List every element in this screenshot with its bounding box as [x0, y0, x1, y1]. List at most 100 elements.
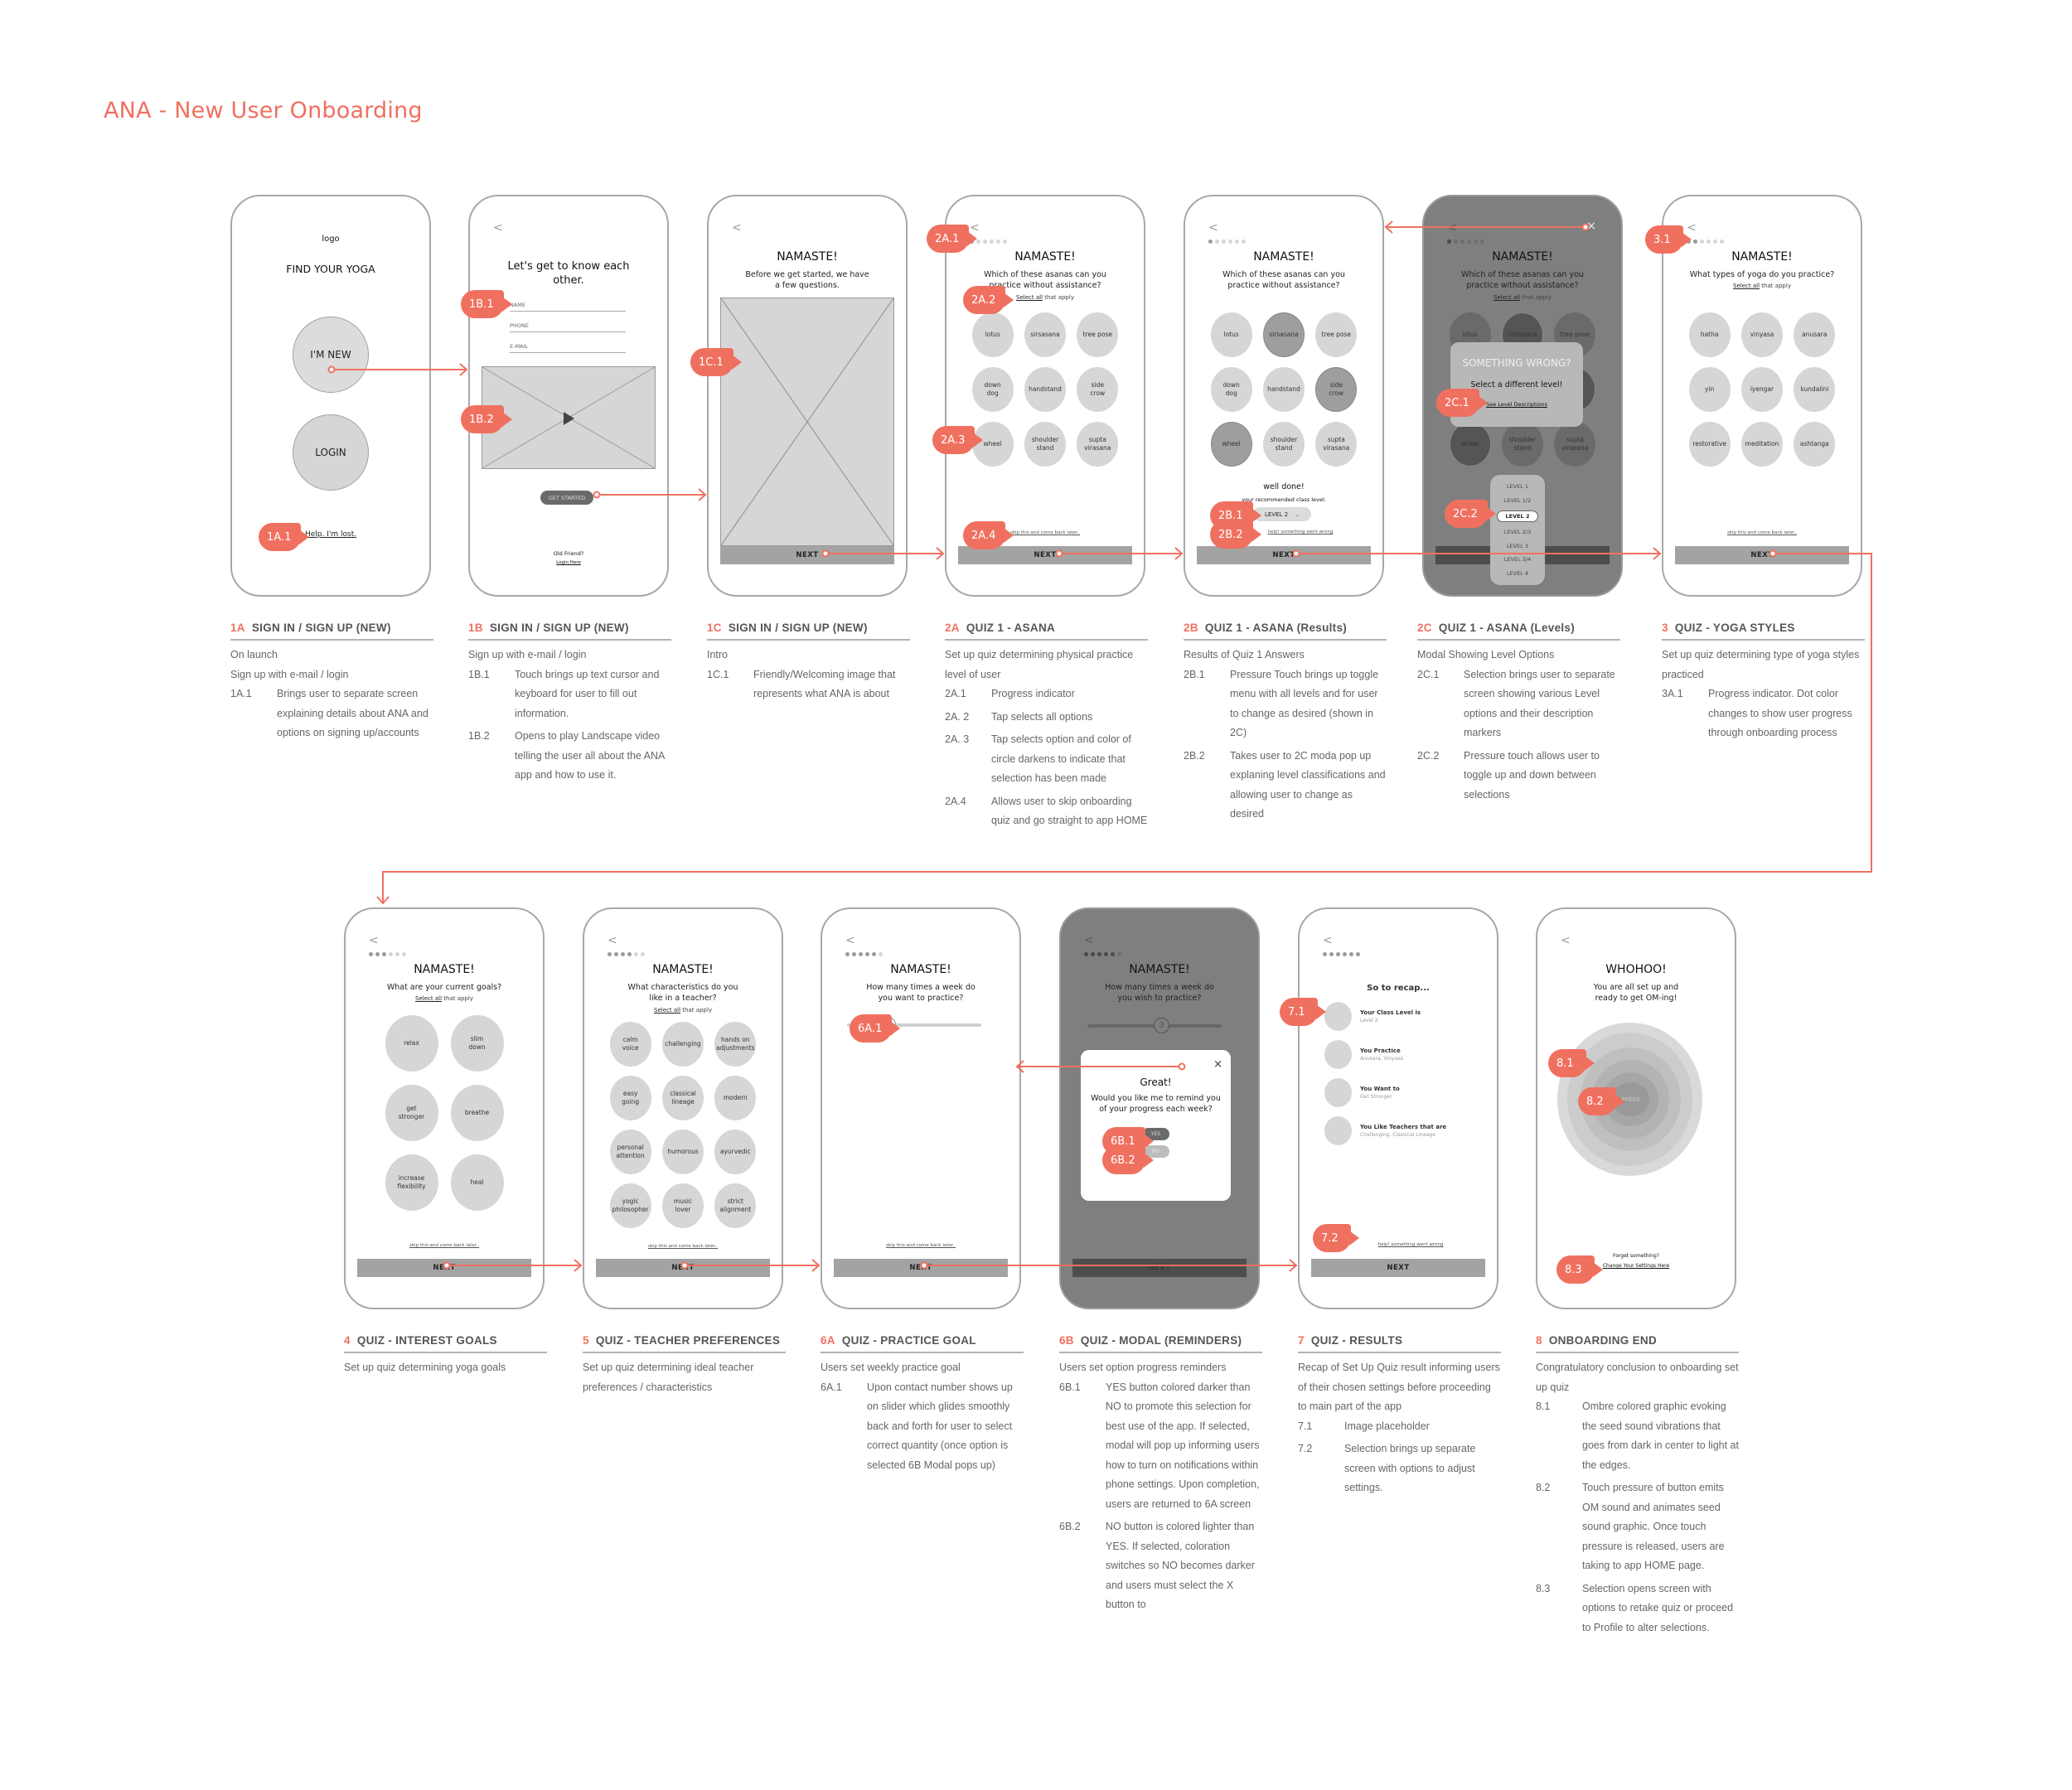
option-hatha[interactable]: hatha: [1688, 312, 1731, 357]
help-link[interactable]: Help. I'm lost.: [305, 530, 356, 539]
option-yin[interactable]: yin: [1688, 367, 1731, 412]
back-icon[interactable]: <: [493, 221, 503, 235]
level-option[interactable]: LEVEL 1: [1507, 483, 1528, 490]
option-anusara[interactable]: anusara: [1794, 312, 1836, 357]
option-supta-virasana[interactable]: supta virasana: [1315, 422, 1358, 467]
option-challenging[interactable]: challenging: [661, 1022, 704, 1067]
email-field[interactable]: E-MAIL: [510, 343, 626, 353]
back-icon[interactable]: <: [1447, 221, 1457, 235]
option-handstand[interactable]: handstand: [1024, 367, 1066, 412]
option-music-lover[interactable]: music lover: [661, 1183, 704, 1228]
option-calm-voice[interactable]: calm voice: [609, 1022, 651, 1067]
back-icon[interactable]: <: [608, 934, 617, 947]
option-shoulder-stand[interactable]: shoulder stand: [1262, 422, 1305, 467]
option-wheel[interactable]: wheel: [1210, 422, 1252, 467]
back-icon[interactable]: <: [845, 934, 855, 947]
slider-knob[interactable]: 3: [1154, 1018, 1170, 1033]
option-handstand[interactable]: handstand: [1262, 367, 1305, 412]
close-icon[interactable]: ×: [1586, 220, 1596, 233]
option-slim-down[interactable]: slim down: [450, 1015, 504, 1072]
next-button[interactable]: NEXT: [1675, 546, 1849, 564]
select-all[interactable]: Select all: [1493, 294, 1520, 301]
option-easy-going[interactable]: easy going: [609, 1076, 651, 1120]
option-ayurvedic[interactable]: ayurvedic: [714, 1130, 757, 1174]
level-option[interactable]: LEVEL 2: [1496, 510, 1539, 523]
back-icon[interactable]: <: [1323, 934, 1333, 947]
option-heal[interactable]: heal: [450, 1154, 504, 1211]
option-modern[interactable]: modern: [714, 1076, 757, 1120]
option-meditation[interactable]: meditation: [1740, 422, 1783, 467]
select-all[interactable]: Select all: [415, 995, 442, 1002]
skip-link[interactable]: skip this and come back later..: [1663, 530, 1861, 535]
next-button[interactable]: NEXT: [357, 1259, 531, 1277]
select-all-link[interactable]: Select all that apply: [1663, 283, 1861, 289]
next-button[interactable]: NEXT: [720, 546, 894, 564]
option-side-crow[interactable]: side crow: [1077, 367, 1119, 412]
select-all-link[interactable]: Select all that apply: [1424, 294, 1621, 301]
back-icon[interactable]: <: [1084, 934, 1094, 947]
phone-field[interactable]: PHONE: [510, 322, 626, 332]
option-side-crow[interactable]: side crow: [1315, 367, 1358, 412]
option-supta-virasana[interactable]: supta virasana: [1554, 422, 1596, 467]
option-hands-on-adjustments[interactable]: hands on adjustments: [714, 1022, 757, 1067]
option-down-dog[interactable]: down dog: [971, 367, 1014, 412]
im-new-button[interactable]: I'M NEW: [293, 317, 369, 393]
option-sirsasana[interactable]: sirsasana: [1024, 312, 1066, 357]
level-option[interactable]: LEVEL 3: [1507, 543, 1528, 549]
option-restorative[interactable]: restorative: [1688, 422, 1731, 467]
next-button[interactable]: NEXT: [834, 1259, 1008, 1277]
option-wheel[interactable]: wheel: [1449, 422, 1491, 467]
option-sirsasana[interactable]: sirsasana: [1262, 312, 1305, 357]
option-yogic-philosopher[interactable]: yogic philosopher: [609, 1183, 651, 1228]
skip-link[interactable]: skip this and come back later..: [822, 1243, 1019, 1248]
option-breathe[interactable]: breathe: [450, 1085, 504, 1141]
option-increase-flexibility[interactable]: increase flexibility: [385, 1154, 438, 1211]
option-supta-virasana[interactable]: supta virasana: [1077, 422, 1119, 467]
next-button[interactable]: NEXT: [1072, 1259, 1247, 1277]
option-shoulder-stand[interactable]: shoulder stand: [1501, 422, 1543, 467]
practice-slider[interactable]: 3: [1087, 1018, 1222, 1033]
select-all[interactable]: Select all: [1733, 283, 1760, 289]
option-humorous[interactable]: humorous: [661, 1130, 704, 1174]
get-started-button[interactable]: GET STARTED: [540, 491, 593, 505]
option-iyengar[interactable]: iyengar: [1740, 367, 1783, 412]
option-relax[interactable]: relax: [385, 1015, 438, 1072]
level-option[interactable]: LEVEL 3/4: [1504, 556, 1531, 563]
back-icon[interactable]: <: [1561, 934, 1571, 947]
back-icon[interactable]: <: [732, 221, 742, 235]
skip-link[interactable]: skip this and come back later..: [584, 1244, 782, 1249]
next-button[interactable]: NEXT: [596, 1259, 770, 1277]
back-icon[interactable]: <: [1208, 221, 1218, 235]
option-tree-pose[interactable]: tree pose: [1315, 312, 1358, 357]
option-lotus[interactable]: lotus: [1210, 312, 1252, 357]
login-button[interactable]: LOGIN: [293, 414, 369, 491]
level-option[interactable]: LEVEL 1/2: [1504, 497, 1531, 504]
next-button[interactable]: NEXT: [1311, 1259, 1485, 1277]
level-dropdown[interactable]: LEVEL 2 ⌄: [1253, 507, 1311, 521]
option-shoulder-stand[interactable]: shoulder stand: [1024, 422, 1066, 467]
level-option[interactable]: LEVEL 2/3: [1504, 529, 1531, 535]
option-personal-attention[interactable]: personal attention: [609, 1130, 651, 1174]
skip-link[interactable]: skip this and come back later..: [346, 1243, 543, 1248]
level-option[interactable]: LEVEL 4: [1507, 570, 1528, 577]
option-strict-alignment[interactable]: strict alignment: [714, 1183, 757, 1228]
login-here-link[interactable]: Login Here: [470, 560, 667, 565]
level-picker[interactable]: LEVEL 1 LEVEL 1/2 LEVEL 2 LEVEL 2/3 LEVEL 3 L…: [1490, 475, 1545, 585]
option-tree-pose[interactable]: tree pose: [1077, 312, 1119, 357]
next-button[interactable]: NEXT: [1197, 546, 1371, 564]
back-icon[interactable]: <: [369, 934, 379, 947]
select-all-link[interactable]: Select all that apply: [346, 995, 543, 1002]
option-vinyasa[interactable]: vinyasa: [1740, 312, 1783, 357]
close-icon[interactable]: ×: [1213, 1058, 1222, 1071]
option-ashtanga[interactable]: ashtanga: [1794, 422, 1836, 467]
name-field[interactable]: NAME: [510, 302, 626, 312]
option-kundalini[interactable]: kundalini: [1794, 367, 1836, 412]
option-lotus[interactable]: lotus: [971, 312, 1014, 357]
option-classical-lineage[interactable]: classical lineage: [661, 1076, 704, 1120]
select-all[interactable]: Select all: [1016, 294, 1043, 301]
option-get-stronger[interactable]: get stronger: [385, 1085, 438, 1141]
select-all[interactable]: Select all: [654, 1007, 680, 1014]
play-icon[interactable]: [564, 412, 574, 425]
select-all-link[interactable]: Select all that apply: [584, 1007, 782, 1014]
option-down-dog[interactable]: down dog: [1210, 367, 1252, 412]
